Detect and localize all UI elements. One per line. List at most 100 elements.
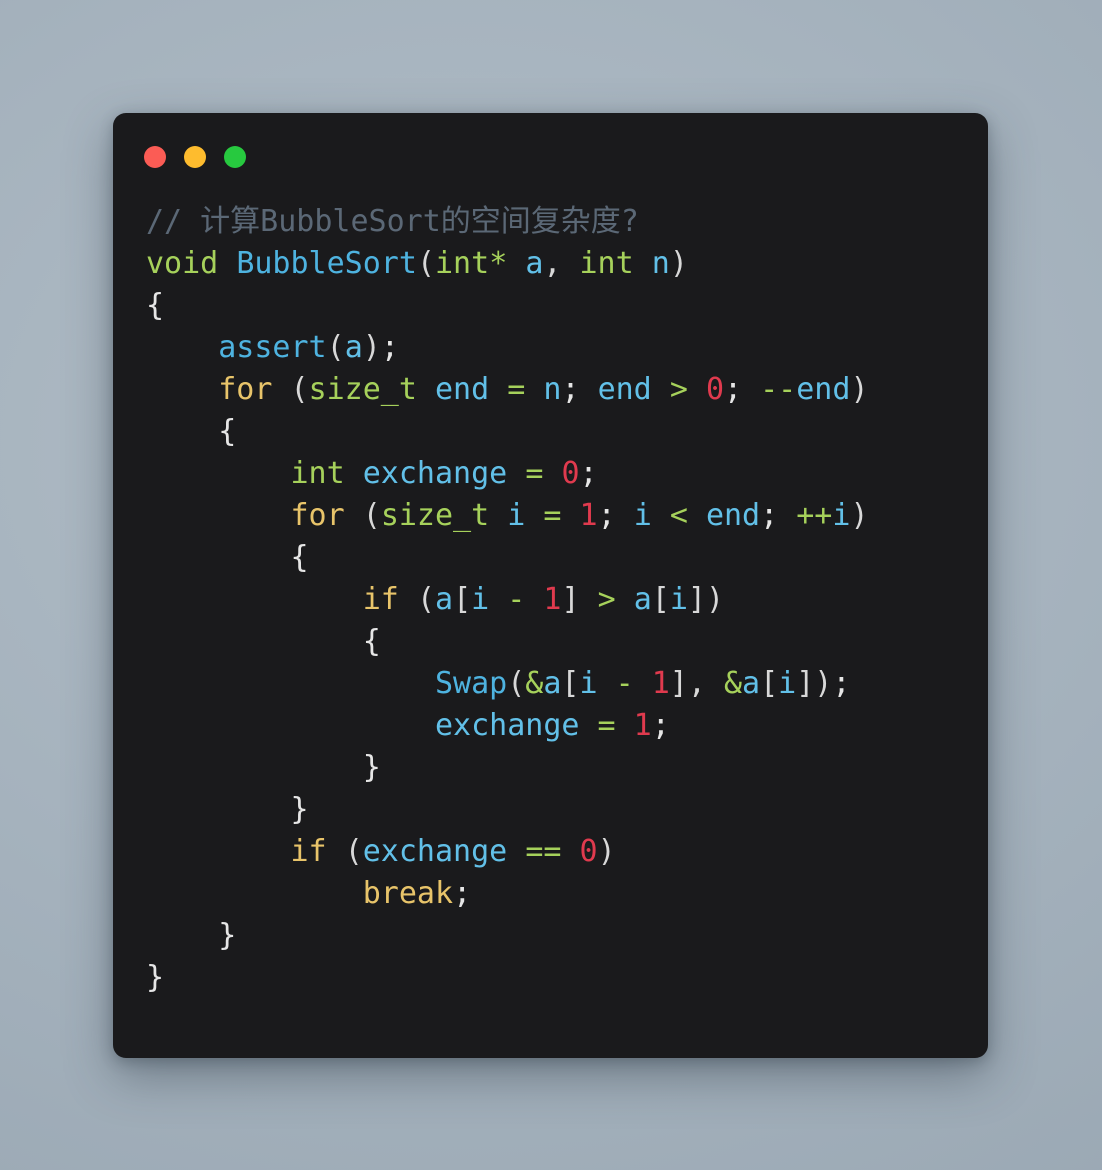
code-token: ( (362, 498, 381, 533)
code-token: [ (651, 582, 670, 617)
code-token: 0 (579, 834, 598, 869)
code-token: i (669, 582, 688, 617)
code-token: a (742, 666, 761, 701)
close-window-button[interactable] (144, 146, 166, 168)
code-line: { (146, 285, 988, 327)
code-token: i (579, 666, 598, 701)
code-token: ] (561, 582, 580, 617)
code-token: > (597, 582, 616, 617)
code-token: i (633, 498, 652, 533)
code-token: ; (579, 456, 598, 491)
code-token: exchange (434, 708, 580, 743)
code-line: for (size_t end = n; end > 0; --end) (146, 369, 988, 411)
code-token: BubbleSort (236, 246, 417, 281)
code-token: ( (416, 582, 435, 617)
code-token: ( (290, 372, 309, 407)
code-token: a (543, 666, 562, 701)
code-token: ) (597, 834, 616, 869)
code-token: } (146, 960, 165, 995)
code-token: - (615, 666, 634, 701)
code-token: i (471, 582, 490, 617)
code-token: ) (850, 372, 869, 407)
code-line: assert(a); (146, 327, 988, 369)
code-token: exchange (362, 456, 508, 491)
code-token: // 计算BubbleSort的空间复杂度? (146, 204, 639, 239)
code-line: Swap(&a[i - 1], &a[i]); (146, 663, 988, 705)
code-token: { (146, 288, 165, 323)
code-token: end (435, 372, 490, 407)
code-token: assert (218, 330, 327, 365)
code-token: 1 (651, 666, 670, 701)
code-token: [ (561, 666, 580, 701)
code-token: a (525, 246, 544, 281)
code-token: ) (814, 666, 833, 701)
code-token: & (525, 666, 544, 701)
code-token: } (146, 918, 237, 953)
code-token: 0 (561, 456, 580, 491)
code-token: ( (326, 330, 345, 365)
code-token: ; (760, 498, 797, 533)
code-token: ; (724, 372, 761, 407)
code-token: ; (453, 876, 472, 911)
code-token: a (344, 330, 363, 365)
code-token: * (489, 246, 508, 281)
code-token: for (290, 498, 345, 533)
code-token: for (218, 372, 273, 407)
code-token: } (146, 792, 309, 827)
code-token: void (146, 246, 219, 281)
code-token: { (146, 414, 237, 449)
code-line: for (size_t i = 1; i < end; ++i) (146, 495, 988, 537)
code-token: = (597, 708, 616, 743)
code-token: -- (760, 372, 797, 407)
code-token: n (543, 372, 562, 407)
code-token: { (146, 624, 381, 659)
code-token: 1 (579, 498, 598, 533)
code-token: ( (416, 246, 435, 281)
code-line: void BubbleSort(int* a, int n) (146, 243, 988, 285)
code-token: { (146, 540, 309, 575)
code-line: } (146, 789, 988, 831)
code-token: ; (561, 372, 598, 407)
code-token: = (543, 498, 562, 533)
minimize-window-button[interactable] (184, 146, 206, 168)
maximize-window-button[interactable] (224, 146, 246, 168)
code-token: ++ (796, 498, 833, 533)
code-token: } (146, 750, 381, 785)
code-token: break (362, 876, 454, 911)
code-token: if (362, 582, 399, 617)
code-line: if (exchange == 0) (146, 831, 988, 873)
code-token: end (796, 372, 851, 407)
code-token: size_t (308, 372, 417, 407)
code-token: 0 (705, 372, 724, 407)
code-token: = (507, 372, 526, 407)
code-token: int (435, 246, 490, 281)
code-token: == (525, 834, 562, 869)
code-token: exchange (362, 834, 508, 869)
code-line: // 计算BubbleSort的空间复杂度? (146, 201, 988, 243)
